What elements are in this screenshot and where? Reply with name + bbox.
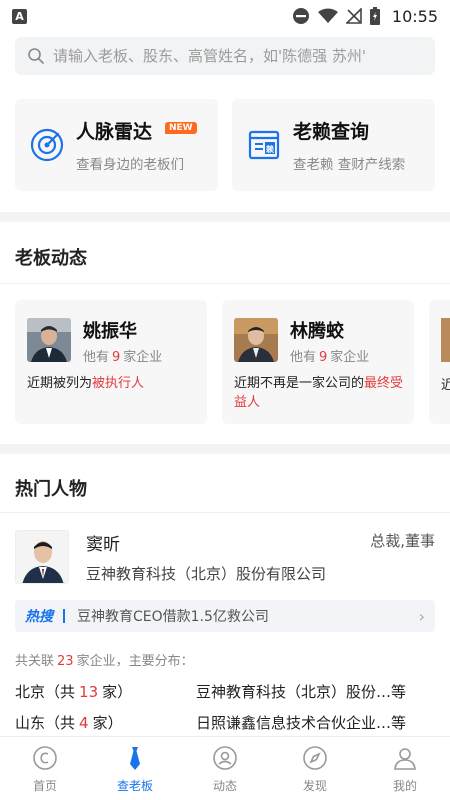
distribution-row[interactable]: 北京（共 13 家） 豆神教育科技（北京）股份…等 [15, 681, 435, 705]
section-divider [0, 444, 450, 454]
section-divider [0, 212, 450, 222]
section-line [0, 283, 450, 284]
avatar [234, 318, 278, 362]
dnd-icon [292, 8, 309, 24]
firm-name: 日照谦鑫信息技术合伙企业…等 [196, 714, 407, 732]
nav-profile[interactable]: 我的 [360, 737, 450, 800]
people-radar-subtitle: 查看身边的老板们 [76, 157, 184, 173]
debtor-query-title: 老赖查询 [293, 121, 370, 143]
new-badge: NEW [165, 122, 197, 134]
person-company[interactable]: 豆神教育科技（北京）股份有限公司 [86, 563, 326, 584]
radar-icon [30, 128, 64, 162]
separator [63, 609, 65, 623]
search-bar[interactable] [15, 37, 435, 75]
hot-search-banner[interactable]: 热搜 豆神教育CEO借款1.5亿救公司 › [15, 600, 435, 632]
boss-company-count: 他有 9 家企业 [83, 350, 163, 365]
person-name[interactable]: 窦昕 [86, 530, 120, 555]
hot-people-title: 热门人物 [15, 479, 87, 500]
nav-feed[interactable]: 动态 [180, 737, 270, 800]
debtor-icon: 赖 [248, 130, 280, 160]
bottom-nav: 首页 查老板 动态 发现 我的 [0, 736, 450, 800]
region: 北京（共 13 家） [15, 683, 133, 701]
nav-discover[interactable]: 发现 [270, 737, 360, 800]
boss-event: 近期被列为被执行人 [27, 376, 145, 391]
search-icon [28, 48, 44, 64]
boss-event: 近 [441, 378, 450, 393]
distribution-row[interactable]: 山东（共 4 家） 日照谦鑫信息技术合伙企业…等 [15, 712, 435, 736]
app-notification-icon: A [12, 8, 27, 24]
tie-icon [130, 747, 140, 770]
boss-name: 姚振华 [83, 321, 137, 342]
boss-card-partial[interactable]: 近 [429, 300, 450, 424]
person-position: 总裁,董事 [370, 532, 435, 550]
avatar [27, 318, 71, 362]
people-radar-card[interactable]: 人脉雷达 NEW 查看身边的老板们 [15, 99, 218, 191]
boss-name: 林腾蛟 [290, 321, 344, 342]
svg-text:赖: 赖 [266, 144, 274, 154]
status-bar: A 10:55 [0, 0, 450, 32]
avatar[interactable] [15, 530, 69, 584]
hot-search-text: 豆神教育CEO借款1.5亿救公司 [77, 609, 269, 625]
nav-home[interactable]: 首页 [0, 737, 90, 800]
no-signal-icon [345, 8, 362, 24]
search-input[interactable] [53, 47, 423, 65]
chevron-right-icon: › [418, 606, 425, 626]
nav-boss[interactable]: 查老板 [90, 737, 180, 800]
battery-icon [369, 7, 380, 25]
region: 山东（共 4 家） [15, 714, 123, 732]
boss-card[interactable]: 姚振华 他有 9 家企业 近期被列为被执行人 [15, 300, 207, 424]
association-summary: 共关联 23 家企业，主要分布： [15, 654, 194, 669]
wifi-icon [317, 8, 338, 23]
status-icons: 10:55 [292, 7, 438, 26]
clock: 10:55 [391, 6, 438, 26]
people-radar-title: 人脉雷达 [76, 121, 153, 143]
debtor-query-subtitle: 查老赖 查财产线索 [293, 157, 406, 173]
home-icon [33, 746, 57, 770]
feed-icon [213, 746, 237, 770]
boss-card[interactable]: 林腾蛟 他有 9 家企业 近期不再是一家公司的最终受益人 [222, 300, 414, 424]
compass-icon [303, 746, 327, 770]
boss-dynamics-title: 老板动态 [15, 248, 87, 269]
avatar [441, 318, 450, 362]
hot-search-tag: 热搜 [25, 609, 53, 625]
section-line [0, 512, 450, 513]
boss-company-count: 他有 9 家企业 [290, 350, 370, 365]
debtor-query-card[interactable]: 赖 老赖查询 查老赖 查财产线索 [232, 99, 435, 191]
boss-event: 近期不再是一家公司的最终受益人 [234, 376, 404, 410]
profile-icon [394, 748, 416, 770]
firm-name: 豆神教育科技（北京）股份…等 [196, 683, 407, 701]
